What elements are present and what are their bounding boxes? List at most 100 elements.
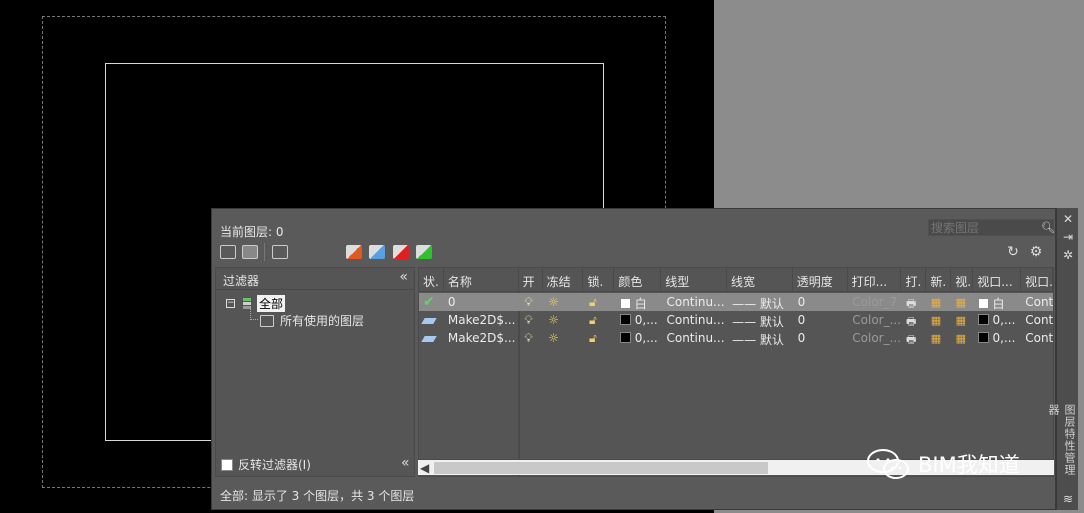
new-property-filter-icon[interactable] — [220, 245, 236, 259]
col-status[interactable]: 状. — [419, 268, 444, 292]
vp-linetype[interactable]: Cont — [1021, 293, 1053, 311]
invert-filter-checkbox[interactable] — [221, 458, 233, 471]
invert-filter[interactable]: 反转过滤器(I) — [221, 456, 311, 473]
filter-tree-child[interactable]: 所有使用的图层 — [260, 312, 364, 329]
set-current-icon[interactable] — [416, 245, 432, 259]
bulb-on-icon[interactable]: 💡︎ — [520, 311, 544, 329]
col-name[interactable]: 名称 — [444, 268, 519, 292]
vp-freeze-icon[interactable]: ▦ — [952, 293, 974, 311]
folder-icon — [260, 314, 274, 327]
new-vp-freeze-icon[interactable]: ▦ — [927, 311, 952, 329]
sun-thaw-icon[interactable]: ☼ — [544, 311, 585, 329]
vp-freeze-icon[interactable]: ▦ — [952, 329, 974, 347]
layer-linetype[interactable]: Continu... — [662, 311, 728, 329]
layer-linetype[interactable]: Continu... — [662, 293, 728, 311]
vp-color[interactable]: 白 — [974, 293, 1022, 311]
printer-icon[interactable]: 🖶 — [902, 329, 927, 347]
printer-icon[interactable]: 🖶 — [902, 311, 927, 329]
new-group-filter-icon[interactable] — [242, 245, 258, 259]
collapse-pane-icon[interactable]: « — [401, 455, 410, 471]
new-vp-freeze-icon[interactable]: ▦ — [927, 293, 952, 311]
layer-linetype[interactable]: Continu... — [662, 329, 728, 347]
vp-color-swatch — [977, 298, 989, 309]
vp-color-label: 白 — [992, 297, 1005, 311]
col-new-vp-freeze[interactable]: 新. — [926, 268, 952, 292]
vp-linetype[interactable]: Cont — [1021, 311, 1053, 329]
sun-thaw-icon[interactable]: ☼ — [544, 329, 585, 347]
scrollbar-thumb[interactable] — [434, 462, 768, 474]
layer-lineweight[interactable]: —— 默认 — [728, 293, 794, 311]
printer-icon[interactable]: 🖶 — [902, 293, 927, 311]
new-layer-icon[interactable] — [346, 245, 362, 259]
vp-color-label: 0,... — [992, 331, 1016, 345]
layers-icon: ≋ — [1062, 492, 1074, 506]
filter-child-label: 所有使用的图层 — [280, 314, 365, 328]
col-lineweight[interactable]: 线宽 — [727, 268, 793, 292]
layer-name[interactable]: Make2D$... — [444, 329, 521, 347]
bulb-on-icon[interactable]: 💡︎ — [520, 293, 544, 311]
layer-status-icon — [419, 311, 444, 329]
wechat-logo-icon — [867, 449, 909, 479]
refresh-icon[interactable]: ↻ — [1005, 244, 1021, 260]
layer-states-manager-icon[interactable] — [272, 245, 288, 259]
current-check-icon: ✔ — [423, 294, 435, 310]
bulb-on-icon[interactable]: 💡︎ — [520, 329, 544, 347]
autohide-icon[interactable]: ⇥ — [1061, 230, 1075, 244]
vp-color-label: 0,... — [992, 313, 1016, 327]
vp-color-swatch — [977, 332, 989, 343]
delete-layer-icon[interactable] — [393, 245, 409, 259]
layer-name[interactable]: Make2D$... — [444, 311, 521, 329]
unlock-icon[interactable]: 🔓︎ — [585, 293, 616, 311]
unlock-icon[interactable]: 🔓︎ — [585, 329, 616, 347]
col-vp-color[interactable]: 视口... — [973, 268, 1022, 292]
layer-row[interactable]: Make2D$... 💡︎ ☼ 🔓︎ 0,... Continu... —— 默… — [419, 329, 1053, 347]
gear-icon[interactable]: ⚙ — [1028, 244, 1044, 260]
close-icon[interactable]: ✕ — [1061, 212, 1075, 226]
layer-transparency[interactable]: 0 — [794, 293, 849, 311]
layer-color[interactable]: 0,... — [616, 311, 663, 329]
vp-linetype[interactable]: Cont — [1021, 329, 1053, 347]
col-on[interactable]: 开 — [519, 268, 543, 292]
layer-row[interactable]: Make2D$... 💡︎ ☼ 🔓︎ 0,... Continu... —— 默… — [419, 311, 1053, 329]
layer-plot-style: Color_... — [852, 331, 902, 345]
layer-row[interactable]: ✔ 0 💡︎ ☼ 🔓︎ 白 Continu... —— 默认 0 Color_7… — [419, 293, 1053, 311]
col-color[interactable]: 颜色 — [614, 268, 662, 292]
filter-header-label: 过滤器 — [223, 274, 260, 288]
vp-color-swatch — [977, 314, 989, 325]
palette-title: 图层特性管理器 — [1047, 404, 1076, 476]
col-vp-freeze[interactable]: 视. — [951, 268, 974, 292]
layer-transparency[interactable]: 0 — [794, 311, 849, 329]
new-layer-vp-frozen-icon[interactable] — [369, 245, 385, 259]
layer-lineweight[interactable]: —— 默认 — [728, 311, 794, 329]
col-freeze[interactable]: 冻结 — [543, 268, 584, 292]
layer-name[interactable]: 0 — [444, 293, 521, 311]
color-swatch — [619, 314, 631, 325]
col-plot[interactable]: 打. — [901, 268, 927, 292]
col-transparency[interactable]: 透明度 — [793, 268, 848, 292]
new-vp-freeze-icon[interactable]: ▦ — [927, 329, 952, 347]
palette-title-bar[interactable]: ✕ ⇥ ✲ 图层特性管理器 ≋ — [1047, 208, 1078, 510]
tree-collapse-icon[interactable]: − — [226, 299, 235, 308]
unlock-icon[interactable]: 🔓︎ — [585, 311, 616, 329]
search-layers-input[interactable] — [928, 219, 1054, 236]
layer-color-label: 白 — [634, 297, 647, 311]
layer-lineweight[interactable]: —— 默认 — [728, 329, 794, 347]
col-lock[interactable]: 锁. — [583, 268, 615, 292]
scroll-left-icon[interactable]: ◀ — [420, 461, 429, 475]
col-plot-style[interactable]: 打印... — [848, 268, 902, 292]
col-linetype[interactable]: 线型 — [661, 268, 728, 292]
properties-icon[interactable]: ✲ — [1061, 248, 1075, 262]
vp-color[interactable]: 0,... — [974, 311, 1022, 329]
layer-transparency[interactable]: 0 — [794, 329, 849, 347]
layer-color[interactable]: 白 — [616, 293, 663, 311]
vp-color[interactable]: 0,... — [974, 329, 1022, 347]
color-swatch — [619, 298, 631, 309]
sun-thaw-icon[interactable]: ☼ — [544, 293, 585, 311]
col-vp-linetype[interactable]: 视口. — [1021, 268, 1053, 292]
vp-freeze-icon[interactable]: ▦ — [952, 311, 974, 329]
collapse-filter-icon[interactable]: « — [399, 269, 408, 285]
search-icon[interactable]: 🔍︎ — [1041, 221, 1055, 234]
layer-color[interactable]: 0,... — [616, 329, 663, 347]
layer-plot-style: Color_... — [852, 313, 902, 327]
layer-grid: 状. 名称 开 冻结 锁. 颜色 线型 线宽 透明度 打印... 打. 新. 视… — [418, 267, 1054, 477]
